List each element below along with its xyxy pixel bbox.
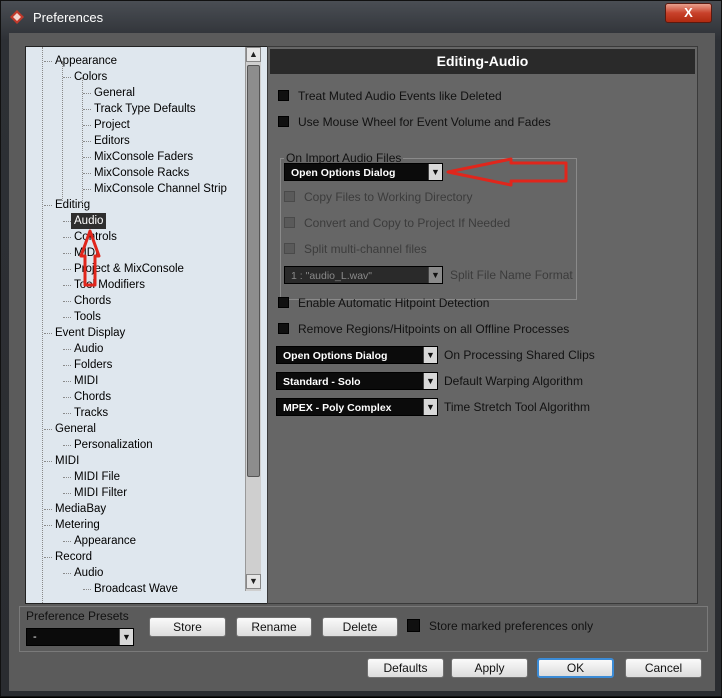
preferences-window: Preferences X Appearance Colors General Tra… [0, 0, 722, 697]
right-pointing-arrow-annotation [446, 157, 568, 187]
annotation-overlay [79, 157, 568, 287]
up-pointing-arrow-annotation [79, 229, 101, 287]
